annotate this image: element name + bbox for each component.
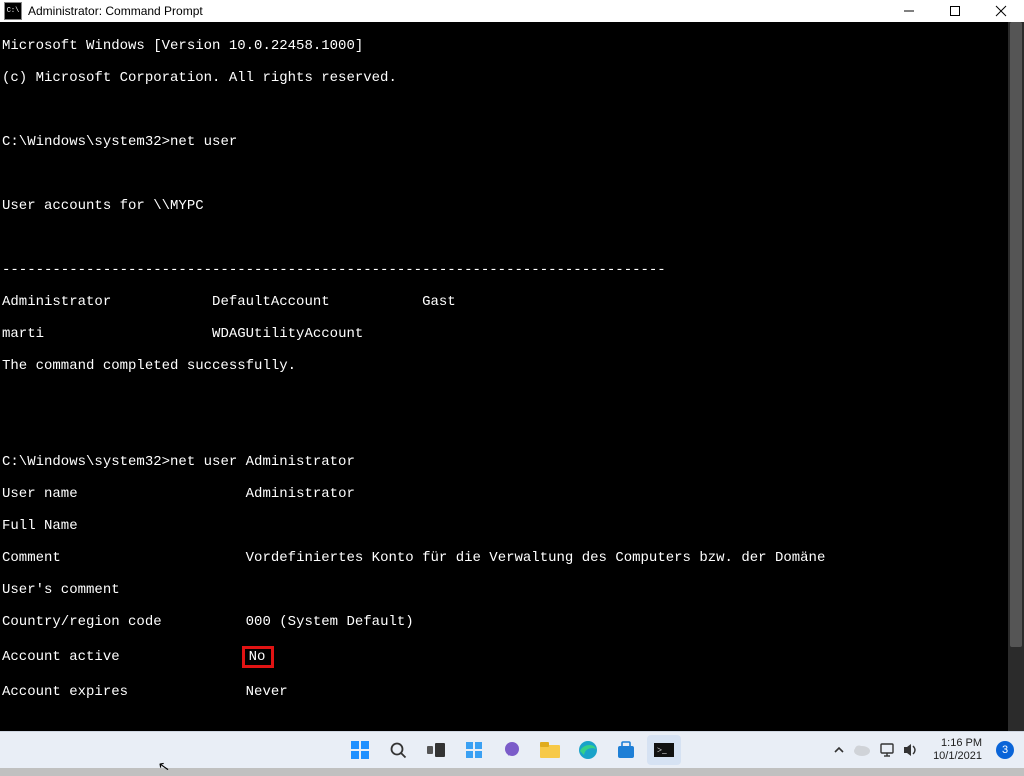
clock-time: 1:16 PM	[941, 737, 982, 750]
account-name: WDAGUtilityAccount	[212, 326, 363, 342]
success-line: The command completed successfully.	[0, 358, 1008, 374]
edge-icon[interactable]	[571, 735, 605, 765]
output-line: User accounts for \\MYPC	[0, 198, 1008, 214]
highlight-account-active: No	[242, 646, 275, 668]
vertical-scrollbar[interactable]	[1008, 22, 1024, 732]
banner-line: (c) Microsoft Corporation. All rights re…	[0, 70, 1008, 86]
volume-icon[interactable]	[903, 743, 919, 757]
field-line: Account active No	[0, 646, 1008, 668]
accounts-row: marti WDAGUtilityAccount	[0, 326, 1008, 342]
blank-line	[0, 390, 1008, 406]
account-name: Gast	[422, 294, 456, 310]
close-button[interactable]	[978, 0, 1024, 22]
field-line: Comment Vordefiniertes Konto für die Ver…	[0, 550, 1008, 566]
taskbar-clock[interactable]: 1:16 PM 10/1/2021	[933, 737, 982, 763]
blank-line	[0, 422, 1008, 438]
minimize-button[interactable]	[886, 0, 932, 22]
banner-line: Microsoft Windows [Version 10.0.22458.10…	[0, 38, 1008, 54]
console-area[interactable]: Microsoft Windows [Version 10.0.22458.10…	[0, 22, 1024, 732]
taskbar[interactable]: >_ 1:16 PM 10/1/2021 3	[0, 731, 1024, 768]
blank-line	[0, 716, 1008, 732]
widgets-icon[interactable]	[457, 735, 491, 765]
blank-line	[0, 102, 1008, 118]
field-line: User name Administrator	[0, 486, 1008, 502]
accounts-row: Administrator DefaultAccount Gast	[0, 294, 1008, 310]
task-view-icon[interactable]	[419, 735, 453, 765]
blank-line	[0, 166, 1008, 182]
console-output[interactable]: Microsoft Windows [Version 10.0.22458.10…	[0, 22, 1008, 732]
notification-badge[interactable]: 3	[996, 741, 1014, 759]
account-name: Administrator	[2, 294, 111, 310]
window-title: Administrator: Command Prompt	[28, 4, 203, 18]
field-line: Country/region code 000 (System Default)	[0, 614, 1008, 630]
cmd-icon: C:\	[4, 2, 22, 20]
titlebar[interactable]: C:\ Administrator: Command Prompt	[0, 0, 1024, 23]
start-button[interactable]	[343, 735, 377, 765]
taskbar-center: >_	[343, 735, 681, 765]
onedrive-icon[interactable]	[853, 744, 871, 756]
network-icon[interactable]	[879, 743, 895, 757]
terminal-icon[interactable]: >_	[647, 735, 681, 765]
clock-date: 10/1/2021	[933, 750, 982, 763]
field-line: User's comment	[0, 582, 1008, 598]
chevron-up-icon[interactable]	[833, 744, 845, 756]
prompt-line: C:\Windows\system32>net user	[0, 134, 1008, 150]
scroll-thumb[interactable]	[1010, 22, 1022, 647]
search-icon[interactable]	[381, 735, 415, 765]
blank-line	[0, 230, 1008, 246]
field-line: Account expires Never	[0, 684, 1008, 700]
field-line: Full Name	[0, 518, 1008, 534]
svg-text:>_: >_	[657, 745, 667, 755]
prompt-line: C:\Windows\system32>net user Administrat…	[0, 454, 1008, 470]
account-name: DefaultAccount	[212, 294, 330, 310]
system-tray[interactable]: 1:16 PM 10/1/2021 3	[833, 737, 1024, 763]
cmd-window: C:\ Administrator: Command Prompt Micros…	[0, 0, 1024, 768]
chat-icon[interactable]	[495, 735, 529, 765]
rule-line: ----------------------------------------…	[0, 262, 1008, 278]
store-icon[interactable]	[609, 735, 643, 765]
maximize-button[interactable]	[932, 0, 978, 22]
account-name: marti	[2, 326, 44, 342]
file-explorer-icon[interactable]	[533, 735, 567, 765]
